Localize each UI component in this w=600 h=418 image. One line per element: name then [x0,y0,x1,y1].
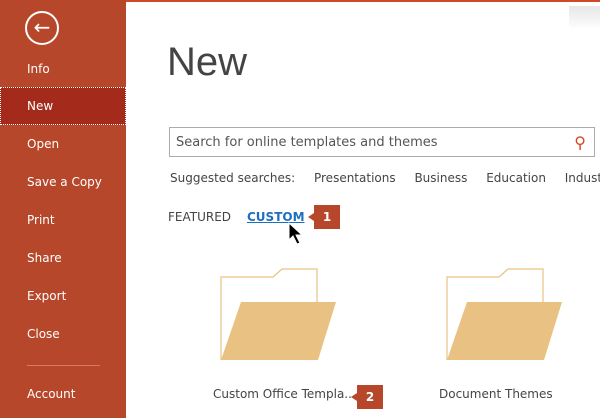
mouse-cursor-icon [288,222,304,245]
sidebar-item-save-a-copy[interactable]: Save a Copy [0,163,126,201]
sidebar-item-export[interactable]: Export [0,277,126,315]
suggested-searches: Suggested searches: Presentations Busine… [170,171,600,185]
folder-label-document-themes[interactable]: Document Themes [439,387,553,401]
arrow-left-icon: ← [33,15,51,39]
sidebar-item-account[interactable]: Account [0,375,126,413]
window-corner [569,6,600,30]
suggested-label: Suggested searches: [170,171,296,185]
search-icon[interactable]: ⚲ [574,133,586,152]
sidebar-item-open[interactable]: Open [0,125,126,163]
search-placeholder: Search for online templates and themes [176,135,438,150]
template-tabs: FEATURED CUSTOM [168,210,305,224]
callout-badge-1: 1 [308,205,340,229]
sidebar-item-share[interactable]: Share [0,239,126,277]
suggested-education[interactable]: Education [486,171,546,185]
suggested-business[interactable]: Business [414,171,467,185]
folder-icon[interactable] [220,268,338,360]
sidebar-item-close[interactable]: Close [0,315,126,353]
suggested-presentations[interactable]: Presentations [314,171,396,185]
tab-featured[interactable]: FEATURED [168,210,231,224]
backstage-sidebar: ← Info New Open Save a Copy Print Share … [0,0,126,418]
sidebar-item-new[interactable]: New [0,87,126,125]
sidebar-item-info[interactable]: Info [0,50,126,88]
folder-label-custom-office-templates[interactable]: Custom Office Templa... [213,387,356,401]
page-title: New [167,40,248,84]
suggested-industry[interactable]: Industry [565,171,600,185]
sidebar-divider [27,365,100,366]
search-input[interactable]: Search for online templates and themes ⚲ [169,127,595,157]
folder-icon[interactable] [446,268,564,360]
sidebar-item-print[interactable]: Print [0,201,126,239]
back-button[interactable]: ← [25,11,59,45]
callout-badge-2: 2 [351,385,383,409]
